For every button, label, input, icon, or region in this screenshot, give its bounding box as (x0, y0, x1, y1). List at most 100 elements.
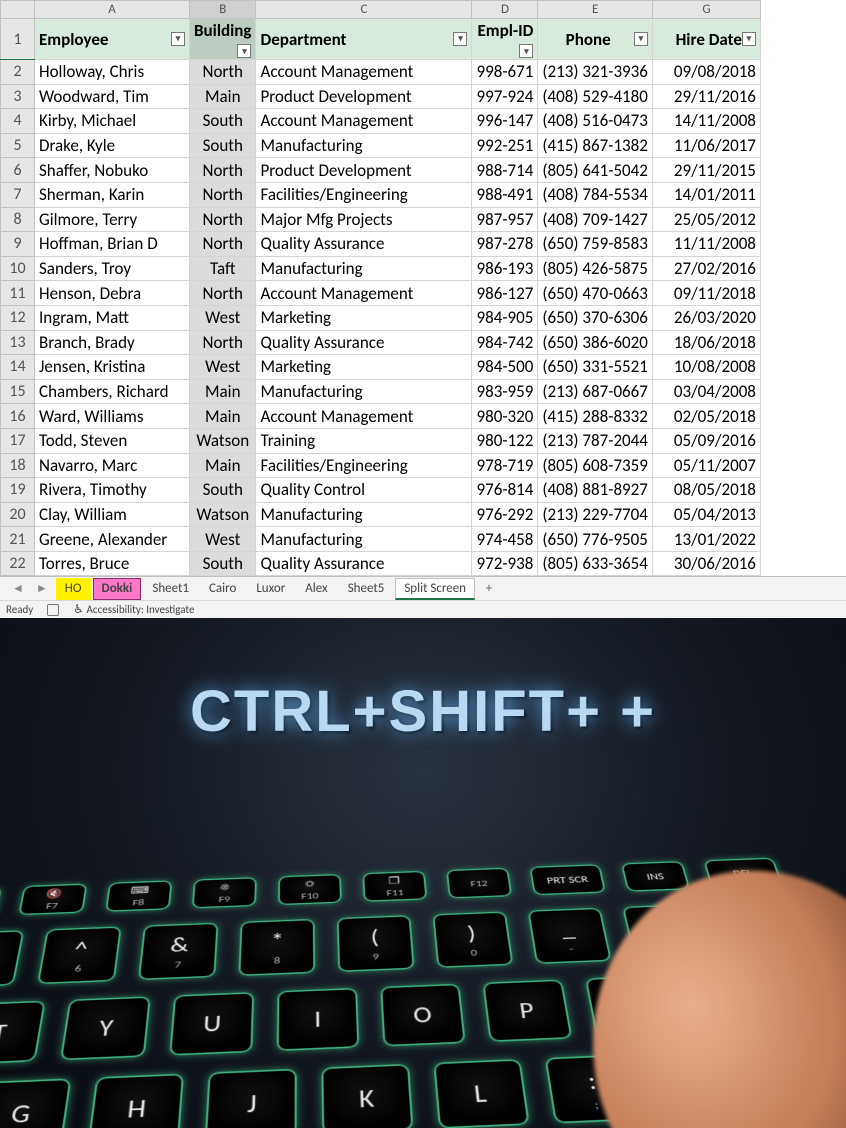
cell[interactable]: Quality Assurance (256, 232, 472, 257)
row-header[interactable]: 19 (1, 478, 35, 503)
row-header[interactable]: 13 (1, 330, 35, 355)
cell[interactable]: North (190, 330, 256, 355)
cell[interactable]: Watson (190, 428, 256, 453)
cell[interactable]: 02/05/2018 (652, 404, 760, 429)
cell[interactable]: South (190, 133, 256, 158)
cell[interactable]: Henson, Debra (35, 281, 190, 306)
cell[interactable]: Marketing (256, 355, 472, 380)
sheet-tab[interactable]: Sheet1 (143, 578, 198, 600)
row-header[interactable]: 8 (1, 207, 35, 232)
filter-dropdown-icon[interactable]: ▾ (453, 32, 467, 46)
cell[interactable]: 996-147 (472, 109, 538, 134)
sheet-tab[interactable]: Sheet5 (339, 578, 394, 600)
column-header-D[interactable]: D (472, 1, 538, 19)
cell[interactable]: Sanders, Troy (35, 256, 190, 281)
cell[interactable]: Main (190, 404, 256, 429)
cell[interactable]: West (190, 527, 256, 552)
cell[interactable]: 986-193 (472, 256, 538, 281)
cell[interactable]: (213) 687-0667 (538, 379, 653, 404)
cell[interactable]: 997-924 (472, 84, 538, 109)
cell[interactable]: Holloway, Chris (35, 60, 190, 85)
cell[interactable]: 986-127 (472, 281, 538, 306)
filter-dropdown-icon[interactable]: ▾ (519, 44, 533, 58)
cell[interactable]: 25/05/2012 (652, 207, 760, 232)
cell[interactable]: (650) 776-9505 (538, 527, 653, 552)
cell[interactable]: Greene, Alexander (35, 527, 190, 552)
cell[interactable]: (650) 386-6020 (538, 330, 653, 355)
cell[interactable]: 978-719 (472, 453, 538, 478)
cell[interactable]: Drake, Kyle (35, 133, 190, 158)
row-header[interactable]: 3 (1, 84, 35, 109)
row-header[interactable]: 20 (1, 502, 35, 527)
row-header[interactable]: 9 (1, 232, 35, 257)
cell[interactable]: Facilities/Engineering (256, 453, 472, 478)
header-cell[interactable]: Phone▾ (538, 19, 653, 60)
sheet-tab[interactable]: Alex (296, 578, 336, 600)
cell[interactable]: Product Development (256, 158, 472, 183)
cell[interactable]: 26/03/2020 (652, 305, 760, 330)
cell[interactable]: Main (190, 453, 256, 478)
cell[interactable]: 976-814 (472, 478, 538, 503)
cell[interactable]: 988-714 (472, 158, 538, 183)
cell[interactable]: Manufacturing (256, 379, 472, 404)
cell[interactable]: 984-500 (472, 355, 538, 380)
macro-record-icon[interactable] (47, 604, 59, 616)
cell[interactable]: Manufacturing (256, 256, 472, 281)
cell[interactable]: Manufacturing (256, 133, 472, 158)
cell[interactable]: Marketing (256, 305, 472, 330)
cell[interactable]: West (190, 355, 256, 380)
cell[interactable]: 10/08/2008 (652, 355, 760, 380)
cell[interactable]: 05/11/2007 (652, 453, 760, 478)
cell[interactable]: (650) 331-5521 (538, 355, 653, 380)
cell[interactable]: 09/08/2018 (652, 60, 760, 85)
cell[interactable]: 18/06/2018 (652, 330, 760, 355)
cell[interactable]: Shaffer, Nobuko (35, 158, 190, 183)
cell[interactable]: 980-320 (472, 404, 538, 429)
cell[interactable]: (650) 470-0663 (538, 281, 653, 306)
filter-dropdown-icon[interactable]: ▾ (171, 32, 185, 46)
cell[interactable]: 984-905 (472, 305, 538, 330)
cell[interactable]: Ward, Williams (35, 404, 190, 429)
cell[interactable]: 03/04/2008 (652, 379, 760, 404)
cell[interactable]: 11/11/2008 (652, 232, 760, 257)
cell[interactable]: Branch, Brady (35, 330, 190, 355)
cell[interactable]: 05/09/2016 (652, 428, 760, 453)
cell[interactable]: Sherman, Karin (35, 182, 190, 207)
cell[interactable]: Product Development (256, 84, 472, 109)
row-header[interactable]: 7 (1, 182, 35, 207)
cell[interactable]: 998-671 (472, 60, 538, 85)
cell[interactable]: 980-122 (472, 428, 538, 453)
cell[interactable]: 14/01/2011 (652, 182, 760, 207)
cell[interactable]: (805) 641-5042 (538, 158, 653, 183)
sheet-tab[interactable]: Cairo (200, 578, 245, 600)
cell[interactable]: 27/02/2016 (652, 256, 760, 281)
cell[interactable]: (650) 759-8583 (538, 232, 653, 257)
tab-nav-prev-icon[interactable]: ◄ (8, 581, 28, 596)
cell[interactable]: North (190, 60, 256, 85)
cell[interactable]: North (190, 281, 256, 306)
cell[interactable]: (805) 608-7359 (538, 453, 653, 478)
cell[interactable]: (415) 288-8332 (538, 404, 653, 429)
row-header[interactable]: 17 (1, 428, 35, 453)
cell[interactable]: Account Management (256, 109, 472, 134)
cell[interactable]: (408) 516-0473 (538, 109, 653, 134)
cell[interactable]: 992-251 (472, 133, 538, 158)
sheet-tab[interactable]: Dokki (93, 578, 142, 600)
row-header[interactable]: 16 (1, 404, 35, 429)
cell[interactable]: Rivera, Timothy (35, 478, 190, 503)
cell[interactable]: 987-957 (472, 207, 538, 232)
cell[interactable]: Main (190, 379, 256, 404)
cell[interactable]: 30/06/2016 (652, 551, 760, 576)
sheet-tab[interactable]: Luxor (247, 578, 294, 600)
cell[interactable]: 984-742 (472, 330, 538, 355)
cell[interactable]: Facilities/Engineering (256, 182, 472, 207)
cell[interactable]: Taft (190, 256, 256, 281)
cell[interactable]: 976-292 (472, 502, 538, 527)
cell[interactable]: Quality Assurance (256, 551, 472, 576)
column-header-B[interactable]: B (190, 1, 256, 19)
cell[interactable]: Main (190, 84, 256, 109)
cell[interactable]: (408) 881-8927 (538, 478, 653, 503)
cell[interactable]: (650) 370-6306 (538, 305, 653, 330)
cell[interactable]: West (190, 305, 256, 330)
cell[interactable]: (408) 529-4180 (538, 84, 653, 109)
